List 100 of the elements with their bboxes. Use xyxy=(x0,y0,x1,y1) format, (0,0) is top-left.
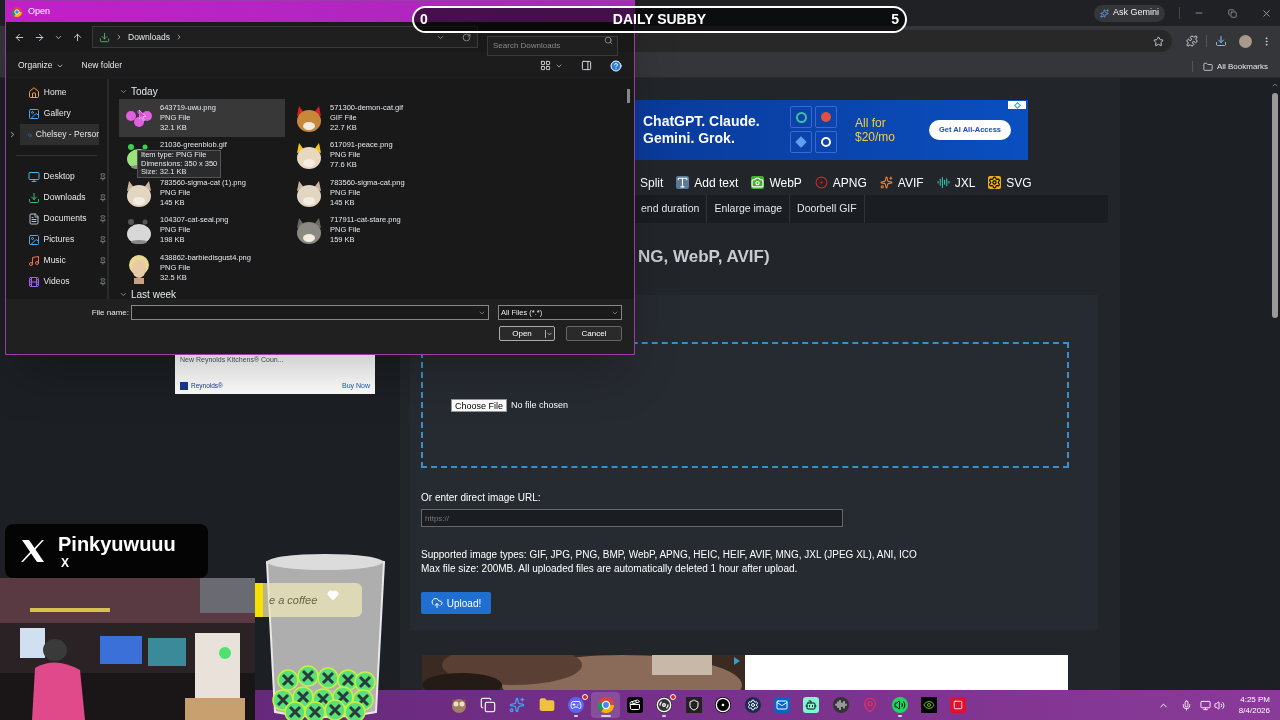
goal-current: 0 xyxy=(420,10,428,29)
extensions-icon[interactable] xyxy=(1186,35,1198,47)
restore-icon[interactable] xyxy=(1228,8,1237,18)
avatar-icon[interactable] xyxy=(1239,34,1252,48)
tool-link[interactable]: Split xyxy=(640,173,664,192)
breadcrumb-item[interactable]: Downloads xyxy=(128,30,171,44)
folder-icon xyxy=(1202,61,1213,72)
ad-choices-icon[interactable] xyxy=(1008,101,1026,109)
address-bar[interactable] xyxy=(634,30,1172,52)
eye-icon[interactable] xyxy=(920,697,937,713)
sidebar-item[interactable]: Downloads xyxy=(19,187,98,208)
clock[interactable]: 4:25 PM 8/4/2026 xyxy=(1238,694,1270,716)
chevron-right-icon xyxy=(115,33,123,41)
platform-label: X xyxy=(61,556,70,570)
gear-icon[interactable] xyxy=(744,697,761,713)
ask-gemini-button[interactable]: Ask Gemini xyxy=(1094,4,1165,22)
cloud-upload-icon xyxy=(430,597,443,610)
sidebar-item[interactable]: Desktop xyxy=(19,166,98,187)
view-icon[interactable] xyxy=(540,60,551,71)
info-text: Max file size: 200MB. All uploaded files are automatically deleted 1 hour after upload. xyxy=(421,562,799,577)
close-icon[interactable] xyxy=(1261,7,1272,19)
sparkle-icon xyxy=(879,176,893,190)
ring-icon xyxy=(814,176,828,190)
mail-icon[interactable] xyxy=(774,697,790,713)
tool-link[interactable]: APNG xyxy=(814,173,867,192)
cancel-button[interactable]: Cancel xyxy=(566,326,622,341)
film-icon xyxy=(27,275,40,288)
owl-icon[interactable] xyxy=(449,697,468,713)
sidebar-item[interactable]: Music xyxy=(19,250,98,271)
disc-icon[interactable] xyxy=(656,697,673,713)
refresh-icon[interactable] xyxy=(462,32,471,42)
ring-icon[interactable] xyxy=(715,697,732,713)
tool-link[interactable]: JXL xyxy=(936,173,976,192)
house-icon xyxy=(27,86,40,99)
bookmark-star-icon[interactable] xyxy=(1153,35,1164,47)
preview-pane-icon[interactable] xyxy=(581,60,592,71)
social-handle: Pinkyuwuuu xyxy=(58,532,176,556)
shield-icon[interactable] xyxy=(685,697,702,713)
sidebar-item[interactable]: Home xyxy=(19,82,100,103)
file-name-field[interactable] xyxy=(131,305,489,320)
brand-logo-icon xyxy=(180,381,188,390)
up-icon[interactable] xyxy=(72,31,83,43)
forward-icon[interactable] xyxy=(34,31,45,43)
subnav-link[interactable]: Doorbell GIF xyxy=(790,194,865,223)
scroll-thumb[interactable] xyxy=(1272,93,1278,318)
file-name-label: File name: xyxy=(90,306,130,319)
gamepad-icon[interactable] xyxy=(568,697,585,713)
download-icon[interactable] xyxy=(1215,35,1227,47)
goal-target: 5 xyxy=(891,10,899,29)
record-icon[interactable] xyxy=(950,697,967,713)
sidebar-item[interactable]: Videos xyxy=(19,271,98,292)
image-icon xyxy=(27,233,40,246)
subnav-link[interactable]: Enlarge image xyxy=(707,194,791,223)
tool-link[interactable]: SVG xyxy=(988,173,1032,192)
sidebar-item[interactable]: Pictures xyxy=(19,229,98,250)
chevron-down-icon[interactable] xyxy=(119,290,128,299)
scroll-up-icon[interactable] xyxy=(1271,81,1279,89)
new-folder-button[interactable]: New folder xyxy=(81,59,123,72)
split-caret-icon[interactable] xyxy=(545,329,553,338)
browser-logo-icon[interactable] xyxy=(597,697,614,713)
accent-stripe xyxy=(255,583,263,617)
tool-link[interactable]: WebP xyxy=(751,173,802,192)
url-label: Or enter direct image URL: xyxy=(421,491,542,506)
x-logo-icon xyxy=(20,539,46,563)
windows-icon[interactable] xyxy=(480,697,497,713)
browser-logo-icon xyxy=(12,6,22,17)
camera-icon xyxy=(751,176,765,190)
organize-menu[interactable]: Organize xyxy=(18,59,64,72)
download-icon xyxy=(27,191,40,204)
group-header[interactable]: Last week xyxy=(131,287,177,302)
heart-icon xyxy=(327,589,340,601)
back-icon[interactable] xyxy=(14,31,25,43)
document-icon xyxy=(27,212,40,225)
cursor-icon xyxy=(139,110,147,121)
address-bar[interactable]: Downloads xyxy=(92,26,478,48)
robot-icon[interactable] xyxy=(803,697,820,713)
upload-button[interactable]: Upload! xyxy=(421,592,491,615)
speaker-icon[interactable] xyxy=(891,697,908,713)
monitor-icon xyxy=(27,170,40,183)
clapperboard-icon[interactable] xyxy=(627,697,644,713)
tool-link[interactable]: Add text xyxy=(676,173,739,192)
help-icon[interactable] xyxy=(610,59,622,72)
url-field[interactable]: https:// xyxy=(421,509,843,528)
choose-file-button[interactable]: Choose File xyxy=(451,398,508,412)
ad-headline: ChatGPT. Claude. Gemini. Grok. xyxy=(643,112,761,147)
sidebar-item[interactable]: Documents xyxy=(19,208,98,229)
network-icon[interactable] xyxy=(1199,699,1211,711)
sidebar-item[interactable]: Gallery xyxy=(19,103,100,124)
tool-link[interactable]: AVIF xyxy=(879,173,924,192)
volume-icon[interactable] xyxy=(1213,699,1225,711)
group-header[interactable]: Today xyxy=(131,83,158,99)
microphone-icon[interactable] xyxy=(1180,699,1192,711)
search-icon xyxy=(604,36,613,45)
audio-icon[interactable] xyxy=(832,697,849,713)
bookmark-folder[interactable]: All Bookmarks xyxy=(1202,60,1268,73)
search-field[interactable]: Search Downloads xyxy=(487,35,618,56)
window-title: Open xyxy=(28,4,51,18)
sparkle-icon[interactable] xyxy=(509,697,526,713)
sidebar-item[interactable]: Chelsey - Persor xyxy=(19,124,100,145)
folder-icon[interactable] xyxy=(538,697,555,713)
